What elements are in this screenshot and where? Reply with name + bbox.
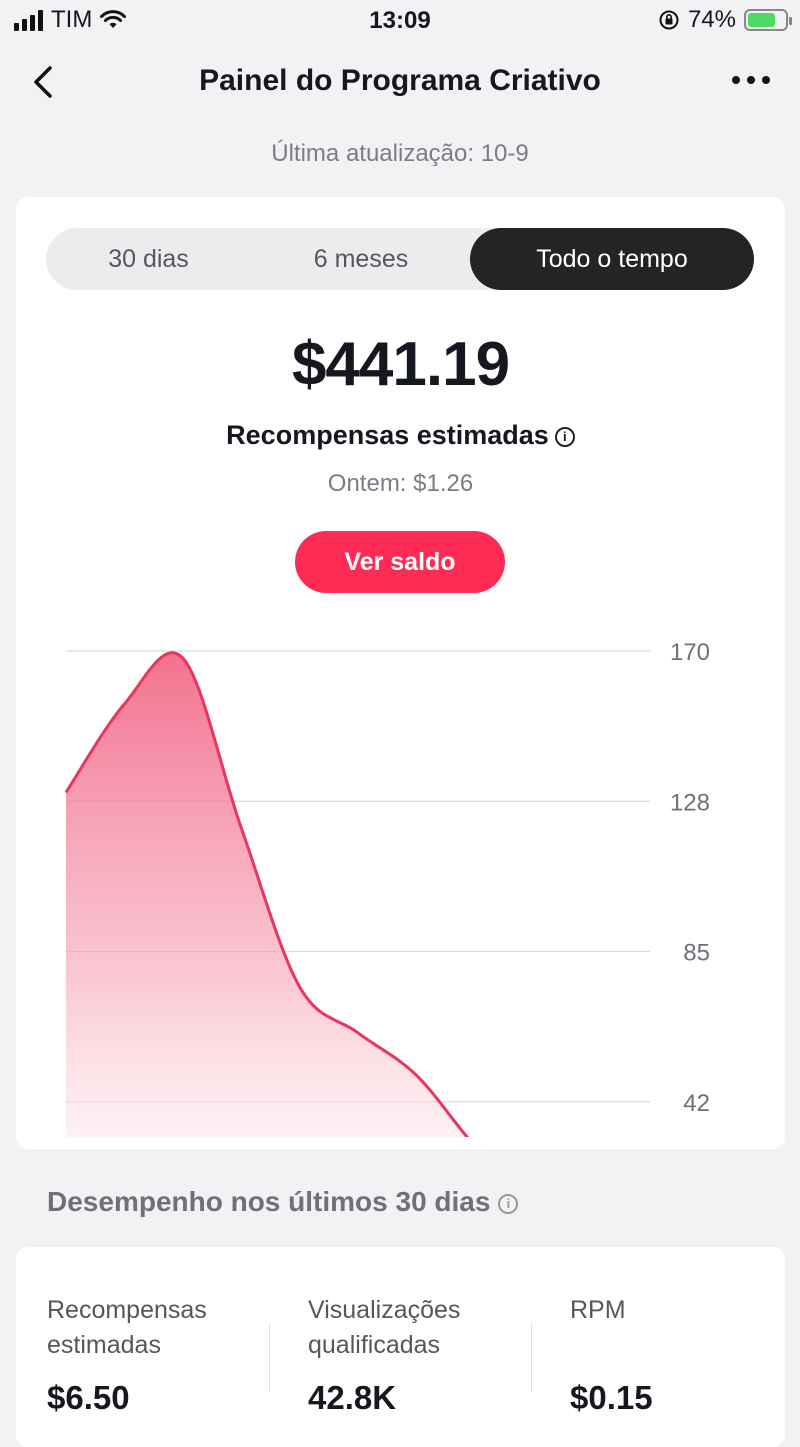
- y-tick-label: 170: [670, 639, 710, 666]
- battery-percent: 74%: [687, 6, 736, 33]
- metric-qualified-views[interactable]: Visualizações qualificadas 42.8K: [308, 1293, 460, 1417]
- rewards-label-row: Recompensas estimadas i: [16, 420, 785, 451]
- metric-label-line: [570, 1328, 653, 1363]
- earnings-card: 30 dias 6 meses Todo o tempo $441.19 Rec…: [16, 197, 785, 1149]
- metric-label-line: Visualizações: [308, 1296, 461, 1324]
- rewards-label: Recompensas estimadas: [226, 420, 549, 450]
- tab-6-months[interactable]: 6 meses: [256, 228, 466, 290]
- metric-label: Visualizações qualificadas: [308, 1293, 460, 1363]
- tab-all-time[interactable]: Todo o tempo: [470, 228, 754, 290]
- y-tick-label: 85: [683, 940, 710, 967]
- metric-label-line: Recompensas: [47, 1296, 207, 1324]
- metric-label-line: estimadas: [47, 1331, 161, 1359]
- performance-info-icon[interactable]: i: [498, 1194, 519, 1214]
- page-title: Painel do Programa Criativo: [199, 64, 601, 97]
- y-tick-label: 128: [670, 789, 710, 816]
- metric-label: RPM: [570, 1293, 653, 1363]
- battery-icon: [744, 9, 792, 31]
- metric-label-line: qualificadas: [308, 1331, 441, 1359]
- metric-value: $6.50: [47, 1379, 130, 1416]
- y-tick-label: 42: [683, 1090, 710, 1117]
- rotation-lock-icon: [659, 10, 679, 30]
- chart-area-fill: [66, 652, 468, 1137]
- total-rewards-amount: $441.19: [291, 330, 510, 399]
- period-selector: 30 dias 6 meses Todo o tempo: [46, 228, 754, 290]
- yesterday-rewards: Ontem: $1.26: [327, 470, 474, 497]
- more-options-icon[interactable]: [732, 76, 770, 84]
- status-right: 74%: [658, 6, 792, 34]
- tab-30-days[interactable]: 30 dias: [46, 228, 251, 290]
- metric-divider: [269, 1323, 270, 1393]
- rewards-chart: 17012885420 abrjunagoset: [64, 639, 710, 1137]
- view-balance-button[interactable]: Ver saldo: [295, 531, 505, 593]
- metric-divider: [531, 1323, 532, 1393]
- metric-value: 42.8K: [308, 1379, 397, 1416]
- metric-label: Recompensas estimadas: [47, 1293, 207, 1363]
- metric-estimated-rewards[interactable]: Recompensas estimadas $6.50: [47, 1293, 207, 1417]
- status-bar: TIM 13:09 74%: [0, 0, 800, 42]
- metric-value: $0.15: [570, 1379, 653, 1416]
- performance-title: Desempenho nos últimos 30 dias i: [47, 1186, 519, 1218]
- info-icon[interactable]: i: [554, 427, 575, 447]
- metrics-card: Recompensas estimadas $6.50 Visualizaçõe…: [16, 1247, 785, 1447]
- metric-label-line: RPM: [570, 1296, 626, 1324]
- performance-title-text: Desempenho nos últimos 30 dias: [47, 1186, 491, 1217]
- last-update-text: Última atualização: 10-9: [271, 140, 529, 167]
- nav-bar: Painel do Programa Criativo: [0, 48, 800, 116]
- metric-rpm[interactable]: RPM $0.15: [570, 1293, 653, 1417]
